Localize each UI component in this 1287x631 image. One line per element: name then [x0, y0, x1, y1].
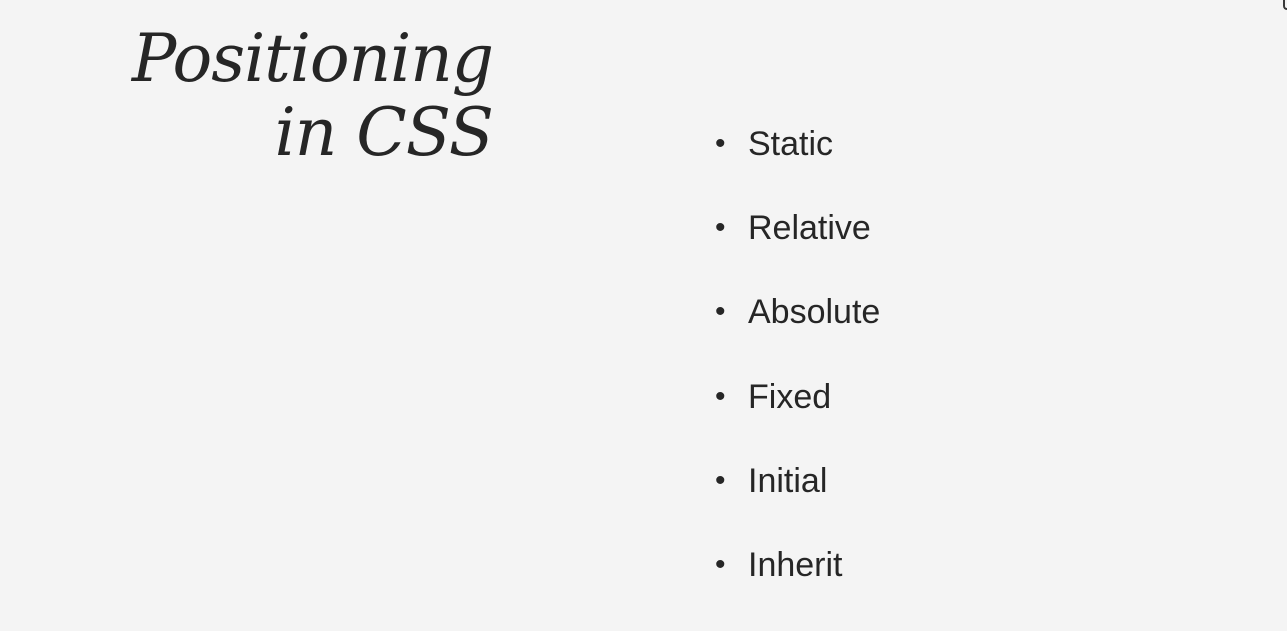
bullet-text: Absolute	[748, 293, 881, 332]
bullet-dot-icon: •	[715, 211, 726, 245]
bullet-text: Relative	[748, 209, 871, 248]
bullet-item-inherit: • Inherit	[715, 542, 880, 626]
bullet-item-fixed: • Fixed	[715, 374, 880, 458]
bullet-text: Static	[748, 125, 834, 163]
bullet-item-relative: • Relative	[715, 205, 880, 289]
bullet-dot-icon: •	[715, 463, 726, 497]
bullet-item-absolute: • Absolute	[715, 289, 880, 373]
bullet-dot-icon: •	[715, 547, 726, 581]
slide-title-line-1: Positioning	[131, 20, 494, 97]
bullet-dot-icon: •	[715, 295, 726, 329]
bullet-list: • Static • Relative • Absolute • Fixed •…	[715, 121, 880, 626]
bullet-dot-icon: •	[715, 379, 726, 413]
bullet-item-initial: • Initial	[715, 458, 880, 542]
slide-title: Positioning in CSS	[131, 20, 494, 171]
bullet-item-static: • Static	[715, 121, 880, 205]
slide-title-line-2: in CSS	[274, 94, 494, 171]
bullet-text: Initial	[748, 461, 828, 500]
bullet-text: Fixed	[748, 377, 832, 416]
bullet-dot-icon: •	[715, 127, 726, 160]
corner-edge-icon	[1283, 0, 1287, 10]
slide: Positioning in CSS • Static • Relative •…	[0, 0, 1287, 631]
bullet-text: Inherit	[748, 545, 843, 584]
